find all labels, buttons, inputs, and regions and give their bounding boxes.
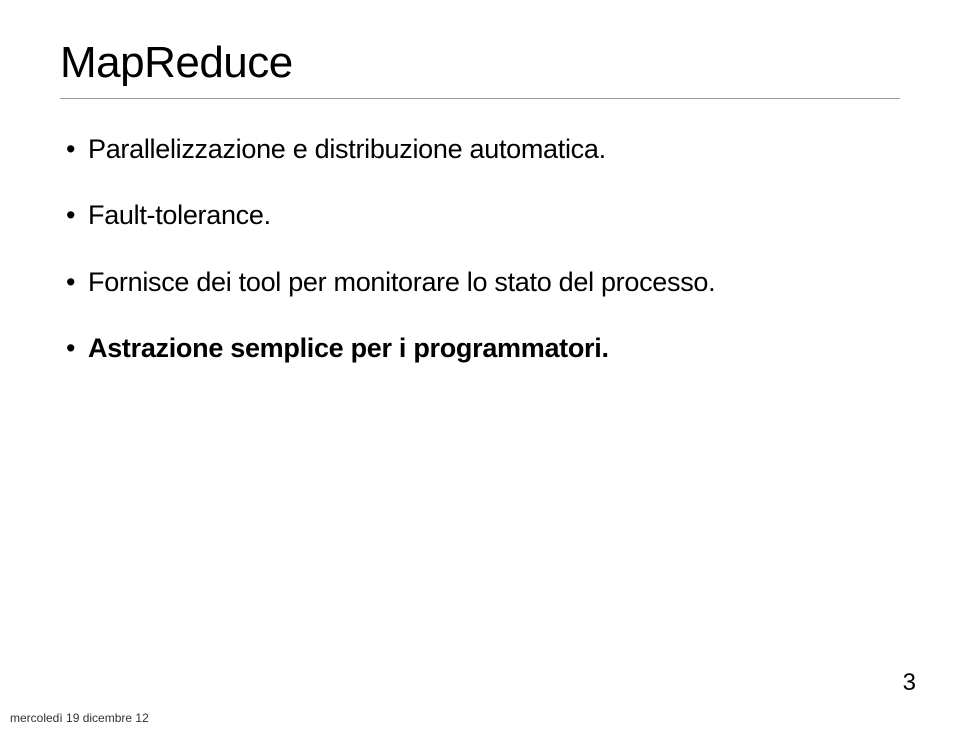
bullet-item: Fault-tolerance. [60,197,900,233]
bullet-item: Fornisce dei tool per monitorare lo stat… [60,264,900,300]
page-number: 3 [903,669,916,697]
bullet-text: Fault-tolerance. [88,200,271,230]
slide-content: MapReduce Parallelizzazione e distribuzi… [0,0,960,367]
slide-title: MapReduce [60,38,900,88]
footer-date: mercoledì 19 dicembre 12 [10,711,149,725]
bullet-list: Parallelizzazione e distribuzione automa… [60,131,900,367]
bullet-text: Fornisce dei tool per monitorare lo stat… [88,267,715,297]
bullet-item: Astrazione semplice per i programmatori. [60,330,900,366]
title-divider [60,98,900,99]
bullet-item: Parallelizzazione e distribuzione automa… [60,131,900,167]
bullet-text: Parallelizzazione e distribuzione automa… [88,134,606,164]
bullet-text: Astrazione semplice per i programmatori. [88,333,609,363]
